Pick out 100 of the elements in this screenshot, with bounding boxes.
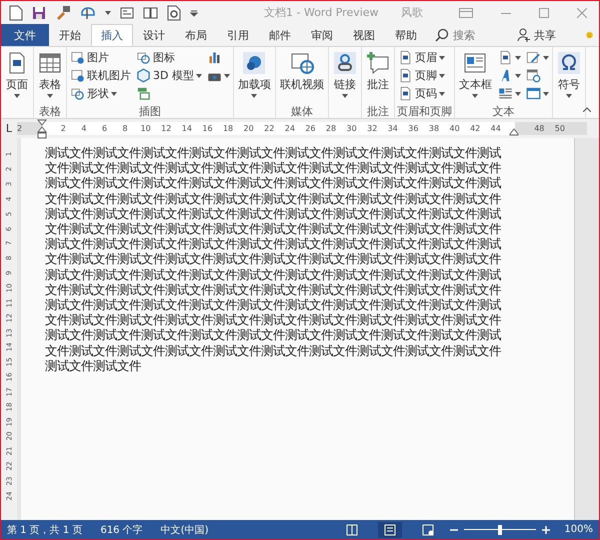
share-button[interactable]: 共享 <box>513 24 560 46</box>
ruler-number: 6 <box>102 124 108 133</box>
book-icon <box>346 524 358 536</box>
ribbon-button[interactable]: 加载项 <box>236 49 273 100</box>
ribbon-tab[interactable]: 布局 <box>175 24 217 46</box>
language-status[interactable]: 中文(中国) <box>160 522 209 536</box>
ribbon-display-options-icon[interactable] <box>459 8 473 18</box>
ruler-number: 2 <box>17 124 22 133</box>
group-label: 页眉和页脚 <box>396 104 452 118</box>
ruler-number: 4 <box>81 124 86 133</box>
caret-icon <box>438 74 445 78</box>
chart-icon <box>206 50 222 65</box>
window-title: 文档1 - Word Preview <box>264 5 380 20</box>
cube-icon <box>136 68 151 83</box>
ribbon-button[interactable]: 页眉 <box>396 49 446 66</box>
ruler-number: 12 <box>161 124 172 133</box>
comment-icon <box>366 51 390 75</box>
two-pages-icon[interactable] <box>143 6 158 18</box>
zoom-slider[interactable] <box>464 524 536 534</box>
ruler-number: 10 <box>140 124 151 133</box>
ruler-number: 32 <box>367 124 378 133</box>
customize-menu-icon[interactable] <box>190 8 198 16</box>
user-name: 风歌 <box>401 5 423 20</box>
search-icon[interactable] <box>435 28 449 42</box>
ribbon-button[interactable]: 页面 <box>3 49 31 100</box>
caret-icon <box>566 94 572 98</box>
word-count[interactable]: 616 个字 <box>100 522 143 536</box>
ribbon-tab[interactable]: 帮助 <box>385 24 427 46</box>
ribbon-button[interactable]: 符号 <box>554 49 583 100</box>
maximize-icon[interactable] <box>539 8 549 18</box>
page-count[interactable]: 第 1 页，共 1 页 <box>7 522 82 536</box>
picture-icon <box>70 50 85 65</box>
ribbon-tab[interactable]: 设计 <box>133 24 175 46</box>
collapse-ribbon-icon[interactable] <box>583 107 591 112</box>
ribbon-tab[interactable]: 开始 <box>49 24 91 46</box>
calendar-icon <box>526 68 541 83</box>
caret-icon <box>342 94 348 98</box>
ruler-number: 36 <box>408 124 418 133</box>
close-icon[interactable] <box>577 8 587 18</box>
caret-icon <box>196 74 202 78</box>
zoom-slider-thumb[interactable] <box>498 524 502 534</box>
caret-icon <box>472 94 478 98</box>
ribbon-button[interactable]: 批注 <box>364 49 392 94</box>
tab-selector[interactable]: L <box>1 122 17 135</box>
add-in-icon <box>242 51 266 75</box>
window-icon <box>526 86 541 101</box>
ribbon-button[interactable]: 文本框 <box>456 49 494 100</box>
ribbon-button[interactable]: 联机视频 <box>278 49 326 94</box>
ruler-number: 34 <box>388 124 398 133</box>
new-document-icon[interactable] <box>9 4 23 20</box>
ruler-number: 22 <box>264 124 274 133</box>
ribbon-button[interactable]: 3D 模型 <box>135 67 203 84</box>
right-indent-marker[interactable] <box>509 128 519 136</box>
ruler-number: 26 <box>305 124 316 133</box>
ribbon-tab[interactable]: 引用 <box>217 24 259 46</box>
zoom-level[interactable]: 100% <box>564 524 593 535</box>
caret-icon <box>542 56 549 60</box>
ruler-number: 2 <box>60 124 66 133</box>
shapes-icon <box>70 86 85 101</box>
text-box-icon <box>463 51 488 75</box>
print-layout-button[interactable] <box>378 522 402 538</box>
ribbon-tab[interactable]: 插入 <box>91 24 133 46</box>
ribbon-button[interactable]: 页脚 <box>396 67 446 84</box>
ribbon-button[interactable]: 图标 <box>135 49 203 66</box>
ribbon-tab[interactable]: 邮件 <box>259 24 301 46</box>
globe-page-icon <box>422 524 434 536</box>
caret-icon <box>438 56 445 60</box>
ruler-number: 30 <box>346 124 357 133</box>
zoom-in-icon[interactable] <box>542 526 550 534</box>
caret-icon <box>514 92 521 96</box>
print-preview-icon[interactable] <box>167 4 181 20</box>
paintbrush-icon[interactable] <box>55 5 71 20</box>
ribbon-button[interactable]: 链接 <box>330 49 359 100</box>
ribbon-button[interactable]: 联机图片 <box>69 67 132 84</box>
file-tab[interactable]: 文件 <box>1 24 49 46</box>
ruler-number: 24 <box>284 124 295 133</box>
save-icon[interactable] <box>32 6 46 20</box>
caret-icon <box>514 74 521 78</box>
form-icon[interactable] <box>120 6 134 18</box>
ruler-number: 14 <box>182 124 192 133</box>
group-label: 文本 <box>491 104 516 118</box>
ribbon-button[interactable]: 表格 <box>36 49 64 100</box>
video-icon <box>290 51 314 75</box>
table-icon <box>38 51 62 75</box>
caret-icon <box>105 10 111 14</box>
ribbon-button[interactable]: 形状 <box>69 85 132 102</box>
group-label: 表格 <box>38 104 62 118</box>
group-label: 批注 <box>366 104 390 118</box>
search-field[interactable]: 搜索 <box>453 28 513 42</box>
omega-icon <box>556 51 581 75</box>
caret-icon <box>47 94 53 98</box>
caret-icon <box>514 56 521 60</box>
ruler-number: 44 <box>490 124 501 133</box>
ribbon-tab[interactable]: 视图 <box>343 24 385 46</box>
indent-marker[interactable] <box>37 119 47 139</box>
ribbon-button[interactable]: 页码 <box>396 85 446 102</box>
ribbon-button[interactable]: 图片 <box>69 49 132 66</box>
group-label: 插图 <box>138 104 162 118</box>
caret-icon <box>14 94 20 98</box>
ribbon-tab[interactable]: 审阅 <box>301 24 343 46</box>
